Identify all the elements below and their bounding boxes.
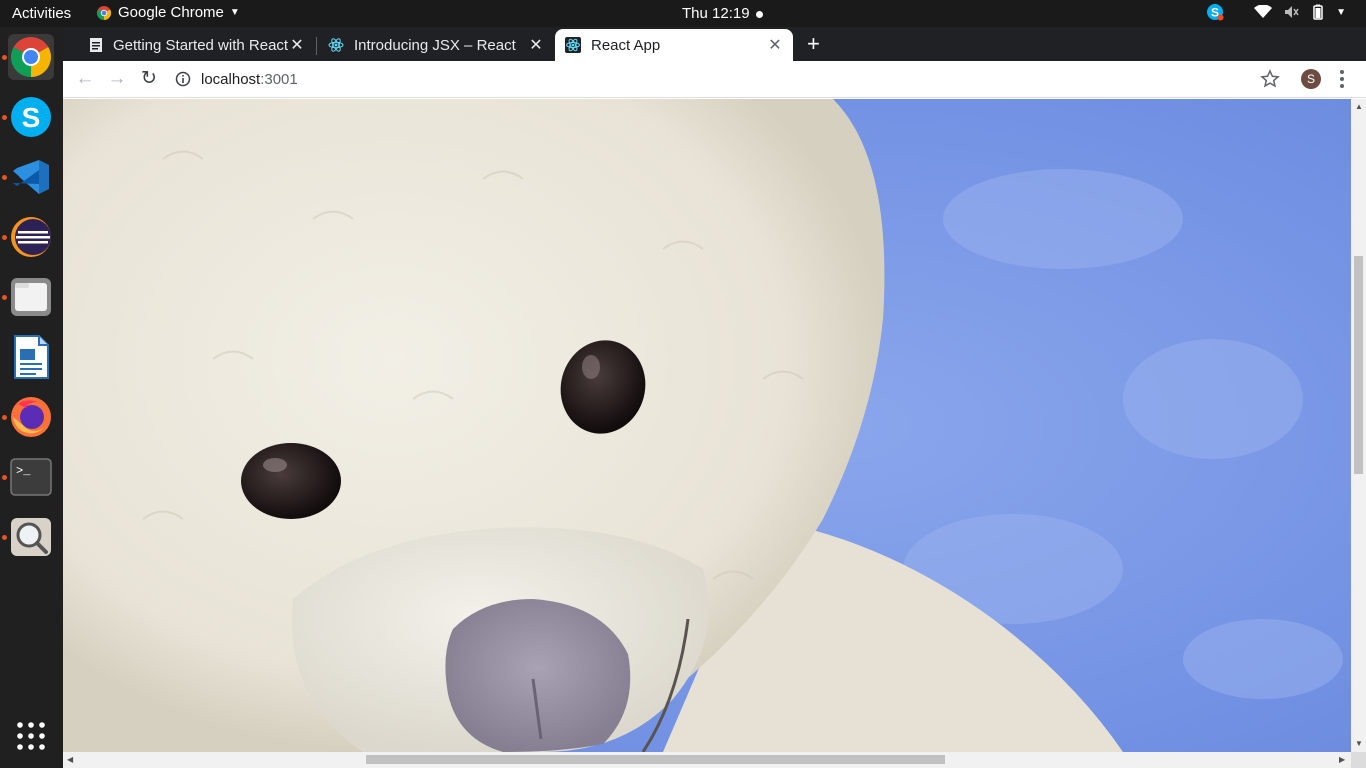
dock-writer[interactable] [8, 334, 54, 380]
clock[interactable]: Thu 12:19 [682, 5, 763, 22]
image-viewer-icon [11, 518, 51, 556]
notification-dot-icon [755, 10, 763, 18]
battery-icon[interactable] [1312, 4, 1324, 20]
chrome-icon [11, 37, 51, 77]
profile-avatar[interactable]: S [1301, 69, 1321, 89]
forward-button[interactable]: → [106, 68, 128, 90]
running-indicator [2, 55, 7, 60]
page-viewport[interactable] [63, 99, 1351, 752]
apps-grid-icon [17, 722, 45, 750]
chrome-window: Getting Started with React ✕ Introducing… [63, 27, 1366, 768]
vertical-scroll-thumb[interactable] [1354, 256, 1363, 474]
close-tab-icon[interactable]: ✕ [767, 35, 783, 55]
show-applications-button[interactable] [8, 713, 54, 759]
close-tab-icon[interactable]: ✕ [528, 35, 544, 55]
system-top-bar: Activities Google Chrome ▼ Thu 12:19 S ▼ [0, 0, 1366, 27]
bookmark-star-icon[interactable] [1260, 69, 1280, 89]
system-tray[interactable]: S ▼ [1206, 3, 1346, 21]
vertical-scrollbar[interactable]: ▲ ▼ [1351, 99, 1366, 752]
tab-introducing-jsx[interactable]: Introducing JSX – React ✕ [318, 29, 554, 61]
clock-label: Thu 12:19 [682, 5, 750, 22]
kebab-menu-icon[interactable] [1339, 69, 1345, 89]
power-menu-icon[interactable]: ▼ [1336, 7, 1346, 18]
activities-button[interactable]: Activities [12, 5, 71, 22]
running-indicator [2, 235, 7, 240]
tab-divider [316, 37, 317, 55]
libreoffice-writer-icon [14, 335, 49, 379]
dock-vscode[interactable] [8, 154, 54, 200]
url-port: :3001 [260, 70, 298, 88]
chrome-small-icon [96, 5, 112, 20]
tab-title: Introducing JSX – React [354, 36, 516, 54]
react-icon [328, 38, 344, 52]
info-icon[interactable] [175, 71, 191, 87]
dock-files[interactable] [8, 274, 54, 320]
running-indicator [2, 535, 7, 540]
wifi-icon[interactable] [1254, 5, 1273, 19]
running-indicator [2, 295, 7, 300]
app-name-label: Google Chrome [118, 4, 224, 21]
dock-image-viewer[interactable] [8, 514, 54, 560]
dock-chrome[interactable] [8, 34, 54, 80]
scroll-down-arrow[interactable]: ▼ [1355, 739, 1363, 748]
skype-icon: S [11, 97, 51, 137]
horizontal-scroll-thumb[interactable] [366, 755, 945, 764]
react-icon [565, 37, 581, 53]
running-indicator [2, 175, 7, 180]
running-indicator [2, 415, 7, 420]
running-indicator [2, 475, 7, 480]
skype-tray-icon[interactable]: S [1206, 3, 1224, 21]
horizontal-scrollbar[interactable]: ◀ ▶ [63, 752, 1351, 768]
url-host: localhost [201, 70, 261, 88]
scrollbar-corner [1351, 752, 1366, 768]
dock: S >_ [0, 27, 63, 768]
close-tab-icon[interactable]: ✕ [289, 35, 305, 55]
svg-text:>_: >_ [16, 464, 31, 478]
running-indicator [2, 115, 7, 120]
scroll-left-arrow[interactable]: ◀ [67, 755, 73, 764]
new-tab-button[interactable]: + [807, 33, 820, 55]
browser-toolbar: ← → ↻ localhost:3001 S [63, 61, 1366, 98]
scroll-up-arrow[interactable]: ▲ [1355, 102, 1363, 111]
tab-title: React App [591, 36, 661, 54]
volume-icon[interactable] [1284, 5, 1300, 19]
scroll-right-arrow[interactable]: ▶ [1339, 755, 1345, 764]
firefox-icon [11, 397, 51, 437]
back-button[interactable]: ← [74, 68, 96, 90]
eclipse-icon [11, 217, 51, 257]
tab-strip: Getting Started with React ✕ Introducing… [63, 27, 1366, 61]
reload-button[interactable]: ↻ [138, 68, 160, 90]
files-icon [11, 278, 51, 316]
vscode-icon [13, 160, 49, 194]
tab-react-app[interactable]: React App ✕ [555, 29, 793, 61]
teddy-bear-photo [63, 99, 1351, 752]
svg-text:S: S [22, 102, 41, 133]
dock-eclipse[interactable] [8, 214, 54, 260]
terminal-icon: >_ [10, 458, 52, 496]
address-bar[interactable]: localhost:3001 [169, 64, 1259, 94]
dock-firefox[interactable] [8, 394, 54, 440]
page-icon [90, 38, 102, 52]
dock-terminal[interactable]: >_ [8, 454, 54, 500]
tab-title: Getting Started with React [113, 36, 289, 54]
dock-skype[interactable]: S [8, 94, 54, 140]
tab-getting-started[interactable]: Getting Started with React ✕ [79, 29, 315, 61]
caret-down-icon: ▼ [229, 7, 240, 18]
app-menu[interactable]: Google Chrome ▼ [96, 4, 240, 21]
